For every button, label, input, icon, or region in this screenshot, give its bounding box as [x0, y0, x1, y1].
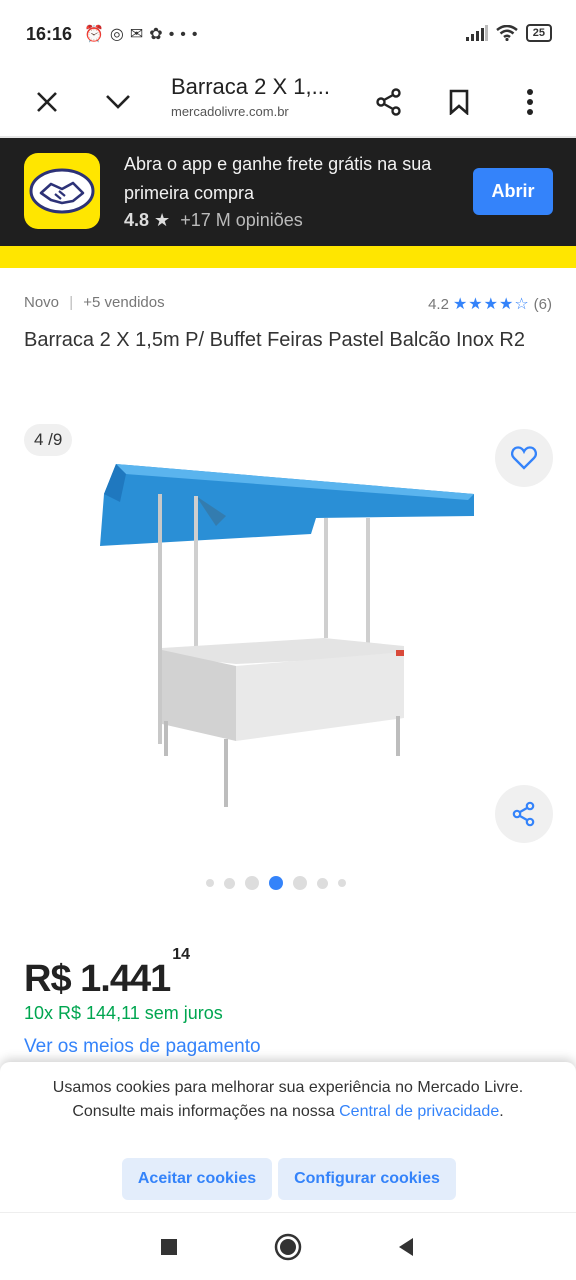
banner-message: Abra o app e ganhe frete grátis na sua p…	[124, 154, 432, 203]
heart-icon	[511, 446, 537, 470]
carousel-dot[interactable]	[338, 879, 346, 887]
recents-icon[interactable]	[152, 1230, 186, 1264]
product-image[interactable]	[96, 456, 480, 816]
product-title: Barraca 2 X 1,5m P/ Buffet Feiras Pastel…	[24, 329, 525, 351]
system-nav-bar	[0, 1212, 576, 1280]
header-strip	[0, 246, 576, 268]
carousel-dots[interactable]	[206, 876, 346, 890]
product-meta: Novo | +5 vendidos	[24, 294, 165, 311]
installments: 10x R$ 144,11 sem juros	[24, 1003, 223, 1023]
carousel-dot[interactable]	[224, 877, 235, 889]
configure-cookies-button[interactable]: Configurar cookies	[278, 1158, 456, 1200]
cookie-period: .	[499, 1103, 504, 1120]
share-image-button[interactable]	[495, 785, 553, 843]
banner-reviews: +17 M opiniões	[180, 210, 303, 230]
browser-toolbar: Barraca 2 X 1,... mercadolivre.com.br	[0, 66, 576, 138]
chat-icon: ✉	[129, 26, 150, 43]
accept-cookies-button[interactable]: Aceitar cookies	[122, 1158, 272, 1200]
review-count: (6)	[533, 295, 552, 313]
signal-icon	[465, 25, 488, 41]
wifi-icon	[495, 25, 518, 41]
instagram-icon: ◎	[109, 26, 130, 43]
share-icon[interactable]	[367, 80, 411, 124]
price-cents: 14	[172, 946, 191, 964]
mercadolivre-logo	[24, 153, 100, 229]
cookie-message: Usamos cookies para melhorar sua experiê…	[40, 1076, 536, 1124]
favorite-button[interactable]	[495, 429, 553, 487]
share-icon	[512, 801, 535, 827]
payment-methods-link[interactable]: Ver os meios de pagamento	[24, 1036, 261, 1058]
open-app-button[interactable]: Abrir	[473, 168, 553, 215]
page-title: Barraca 2 X 1,...	[171, 74, 330, 99]
banner-rating: 4.8 ★ +17 M opiniões	[124, 210, 303, 231]
status-time: 16:16	[26, 24, 73, 44]
app-icon: ✿	[149, 26, 169, 43]
condition-label: Novo	[24, 294, 60, 311]
meta-separator: |	[69, 294, 74, 311]
chevron-down-icon[interactable]	[96, 80, 140, 124]
page-url: mercadolivre.com.br	[171, 104, 289, 119]
status-bar: 16:16 ⏰◎✉✿••• 25	[0, 0, 576, 66]
price: R$ 1.44114	[24, 946, 190, 1001]
notification-icons: ⏰◎✉✿•••	[84, 24, 204, 44]
more-dots-icon: •••	[168, 26, 204, 43]
carousel-dot[interactable]	[293, 876, 307, 890]
banner-rating-value: 4.8	[124, 210, 150, 230]
battery-icon: 25	[525, 24, 552, 42]
bookmark-icon[interactable]	[437, 80, 481, 124]
carousel-dot[interactable]	[245, 876, 259, 890]
more-vert-icon[interactable]	[508, 80, 552, 124]
privacy-center-link[interactable]: Central de privacidade	[339, 1103, 499, 1120]
product-rating[interactable]: 4.2 ★★★★☆ (6)	[428, 294, 552, 314]
app-install-banner: Abra o app e ganhe frete grátis na sua p…	[0, 138, 576, 246]
home-icon[interactable]	[271, 1230, 305, 1264]
image-counter: 4 /9	[24, 424, 73, 456]
back-icon[interactable]	[389, 1230, 423, 1264]
close-icon[interactable]	[25, 80, 69, 124]
carousel-dot[interactable]	[317, 877, 328, 889]
sold-count: +5 vendidos	[83, 294, 165, 311]
alarm-icon: ⏰	[84, 26, 110, 43]
rating-value: 4.2	[428, 295, 449, 313]
star-icon: ★	[154, 210, 171, 230]
price-amount: R$ 1.441	[24, 958, 171, 1000]
cookie-consent-panel: Usamos cookies para melhorar sua experiê…	[0, 1062, 576, 1212]
carousel-dot-active[interactable]	[269, 876, 283, 890]
carousel-dot[interactable]	[206, 879, 214, 887]
rating-stars-icon: ★★★★☆	[452, 296, 530, 313]
